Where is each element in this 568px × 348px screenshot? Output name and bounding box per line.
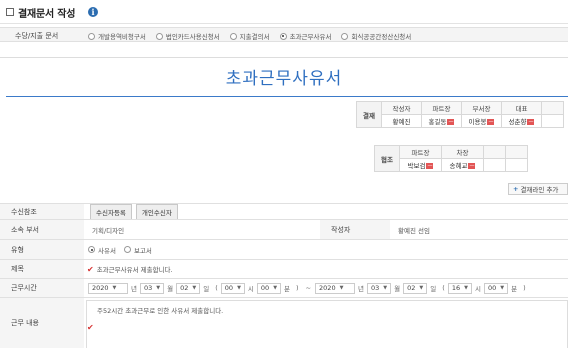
work-content-label: 근무 내용	[0, 298, 84, 348]
remove-signer-icon[interactable]: —	[487, 119, 495, 125]
type-row: 유형 사유서 보고서	[0, 239, 568, 259]
chevron-down-icon: ▼	[464, 285, 468, 291]
document-title: 초과근무사유서	[225, 69, 343, 89]
cooperation-signer: 송혜교 —	[441, 158, 484, 172]
cooperation-header: 파트장	[399, 145, 442, 159]
document-type-option[interactable]: 개발용역비청구서	[88, 31, 146, 41]
chevron-down-icon: ▼	[339, 285, 344, 291]
approval-header: 파트장	[421, 101, 462, 115]
chevron-down-icon: ▼	[192, 285, 197, 291]
chevron-down-icon: ▼	[237, 285, 241, 291]
approval-signer: 성춘향 —	[501, 114, 542, 128]
checkbox-icon	[6, 8, 14, 16]
start-hour-select[interactable]: 00 ▼	[220, 282, 245, 294]
end-year-select[interactable]: 2020 ▼	[315, 282, 356, 294]
checkmark-icon: ✔	[87, 323, 94, 332]
radio-icon	[123, 246, 131, 253]
radio-icon	[229, 32, 237, 40]
radio-icon	[155, 32, 163, 40]
radio-icon	[341, 32, 349, 40]
receivers-row: 수신참조 수신자등록 개인수신자	[0, 203, 568, 220]
work-time-row: 근무시간 2020 ▼ 년 03 ▼ 월 02 ▼ 일 ( 00 ▼ 시 00 ▼ 분 )…	[0, 278, 568, 297]
work-time-label: 근무시간	[0, 279, 84, 297]
info-icon[interactable]: i	[88, 7, 98, 17]
subject-row: 제목 ✔ 초과근무사유서 제출합니다.	[0, 259, 568, 278]
document-type-option[interactable]: 지출결의서	[229, 31, 270, 41]
start-day-select[interactable]: 02 ▼	[176, 282, 201, 294]
type-option-report[interactable]: 보고서	[123, 245, 152, 255]
type-label: 유형	[0, 240, 84, 259]
subject-label: 제목	[0, 260, 84, 278]
approval-signer: 홍길동 —	[421, 114, 462, 128]
end-minute-select[interactable]: 00 ▼	[483, 282, 509, 294]
approval-side-label: 결재	[356, 101, 382, 128]
approval-header: 대표	[501, 101, 542, 115]
radio-selected-icon	[88, 246, 95, 253]
chevron-down-icon: ▼	[383, 285, 388, 291]
document-type-option[interactable]: 회식공공간정산신청서	[341, 31, 411, 41]
subject-input[interactable]: 초과근무사유서 제출합니다.	[97, 264, 173, 274]
start-month-select[interactable]: 03 ▼	[139, 282, 165, 294]
cooperation-side-label: 협조	[374, 145, 400, 172]
checkmark-icon: ✔	[87, 264, 94, 274]
remove-signer-icon[interactable]: —	[468, 163, 476, 169]
radio-icon	[88, 32, 95, 40]
department-row: 소속 부서 기획/디자인 작성자 황예진 선임	[0, 219, 568, 239]
work-content-textarea[interactable]: 주52시간 초과근무로 인한 사유서 제출합니다. ✔	[86, 300, 568, 348]
document-type-label: 수당/지출 문서	[15, 32, 59, 40]
approval-header: 부서장	[461, 101, 502, 115]
document-type-option[interactable]: 초과근무사유서	[279, 31, 331, 41]
work-content-text: 주52시간 초과근무로 인한 사유서 제출합니다.	[97, 307, 224, 315]
start-year-select[interactable]: 2020 ▼	[88, 282, 128, 294]
approval-header: 작성자	[381, 101, 422, 115]
document-type-row: 수당/지출 문서 개발용역비청구서 법인카드사용신청서 지출결의서 초과근무사유서 회식…	[0, 27, 568, 42]
approval-table: 결재 작성자 파트장 부서장 대표 황예진 홍길동 — 이용봉 — 성춘향 —	[356, 101, 564, 128]
document-type-option[interactable]: 법인카드사용신청서	[155, 31, 220, 41]
type-option-report-reason[interactable]: 사유서	[88, 245, 116, 255]
work-content-row: 근무 내용 주52시간 초과근무로 인한 사유서 제출합니다. ✔	[0, 297, 568, 348]
radio-selected-icon	[279, 32, 287, 40]
add-approval-line-button[interactable]: + 결재라인 추가	[508, 183, 568, 195]
approval-signer: 황예진	[381, 114, 422, 128]
add-approval-line-label: 결재라인 추가	[520, 186, 559, 194]
empty-cell	[505, 158, 528, 172]
title-divider	[6, 96, 568, 97]
remove-signer-icon[interactable]: —	[527, 119, 535, 125]
empty-cell	[541, 114, 564, 128]
personal-receiver-button[interactable]: 개인수신자	[135, 203, 178, 220]
receivers-label: 수신참조	[0, 204, 84, 219]
end-hour-select[interactable]: 16 ▼	[447, 282, 472, 294]
end-month-select[interactable]: 03 ▼	[367, 282, 392, 294]
chevron-down-icon: ▼	[156, 285, 161, 291]
author-value: 황예진 선임	[398, 226, 430, 235]
start-minute-select[interactable]: 00 ▼	[256, 282, 282, 294]
remove-signer-icon[interactable]: —	[426, 163, 434, 169]
chevron-down-icon: ▼	[419, 285, 424, 291]
plus-icon: +	[513, 185, 519, 193]
remove-signer-icon[interactable]: —	[447, 119, 455, 125]
document-type-options: 개발용역비청구서 법인카드사용신청서 지출결의서 초과근무사유서 회식공공간정산신청서	[88, 31, 411, 41]
empty-cell	[483, 145, 506, 159]
cooperation-table: 협조 파트장 차장 박보검 — 송혜교 —	[374, 145, 528, 172]
register-receiver-button[interactable]: 수신자등록	[90, 203, 132, 220]
chevron-down-icon: ▼	[112, 285, 117, 291]
end-day-select[interactable]: 02 ▼	[403, 282, 428, 294]
empty-cell	[483, 158, 506, 172]
author-label: 작성자	[320, 220, 390, 239]
cooperation-header: 차장	[441, 145, 484, 159]
department-value: 기획/디자인	[92, 226, 125, 235]
page-title: 결재문서 작성	[18, 9, 76, 20]
chevron-down-icon: ▼	[273, 285, 278, 291]
department-label: 소속 부서	[0, 220, 84, 239]
cooperation-signer: 박보검 —	[399, 158, 442, 172]
chevron-down-icon: ▼	[500, 285, 505, 291]
approval-signer: 이용봉 —	[461, 114, 502, 128]
empty-cell	[505, 145, 528, 159]
empty-cell	[541, 101, 564, 115]
page-header: 결재문서 작성 i	[0, 0, 568, 24]
